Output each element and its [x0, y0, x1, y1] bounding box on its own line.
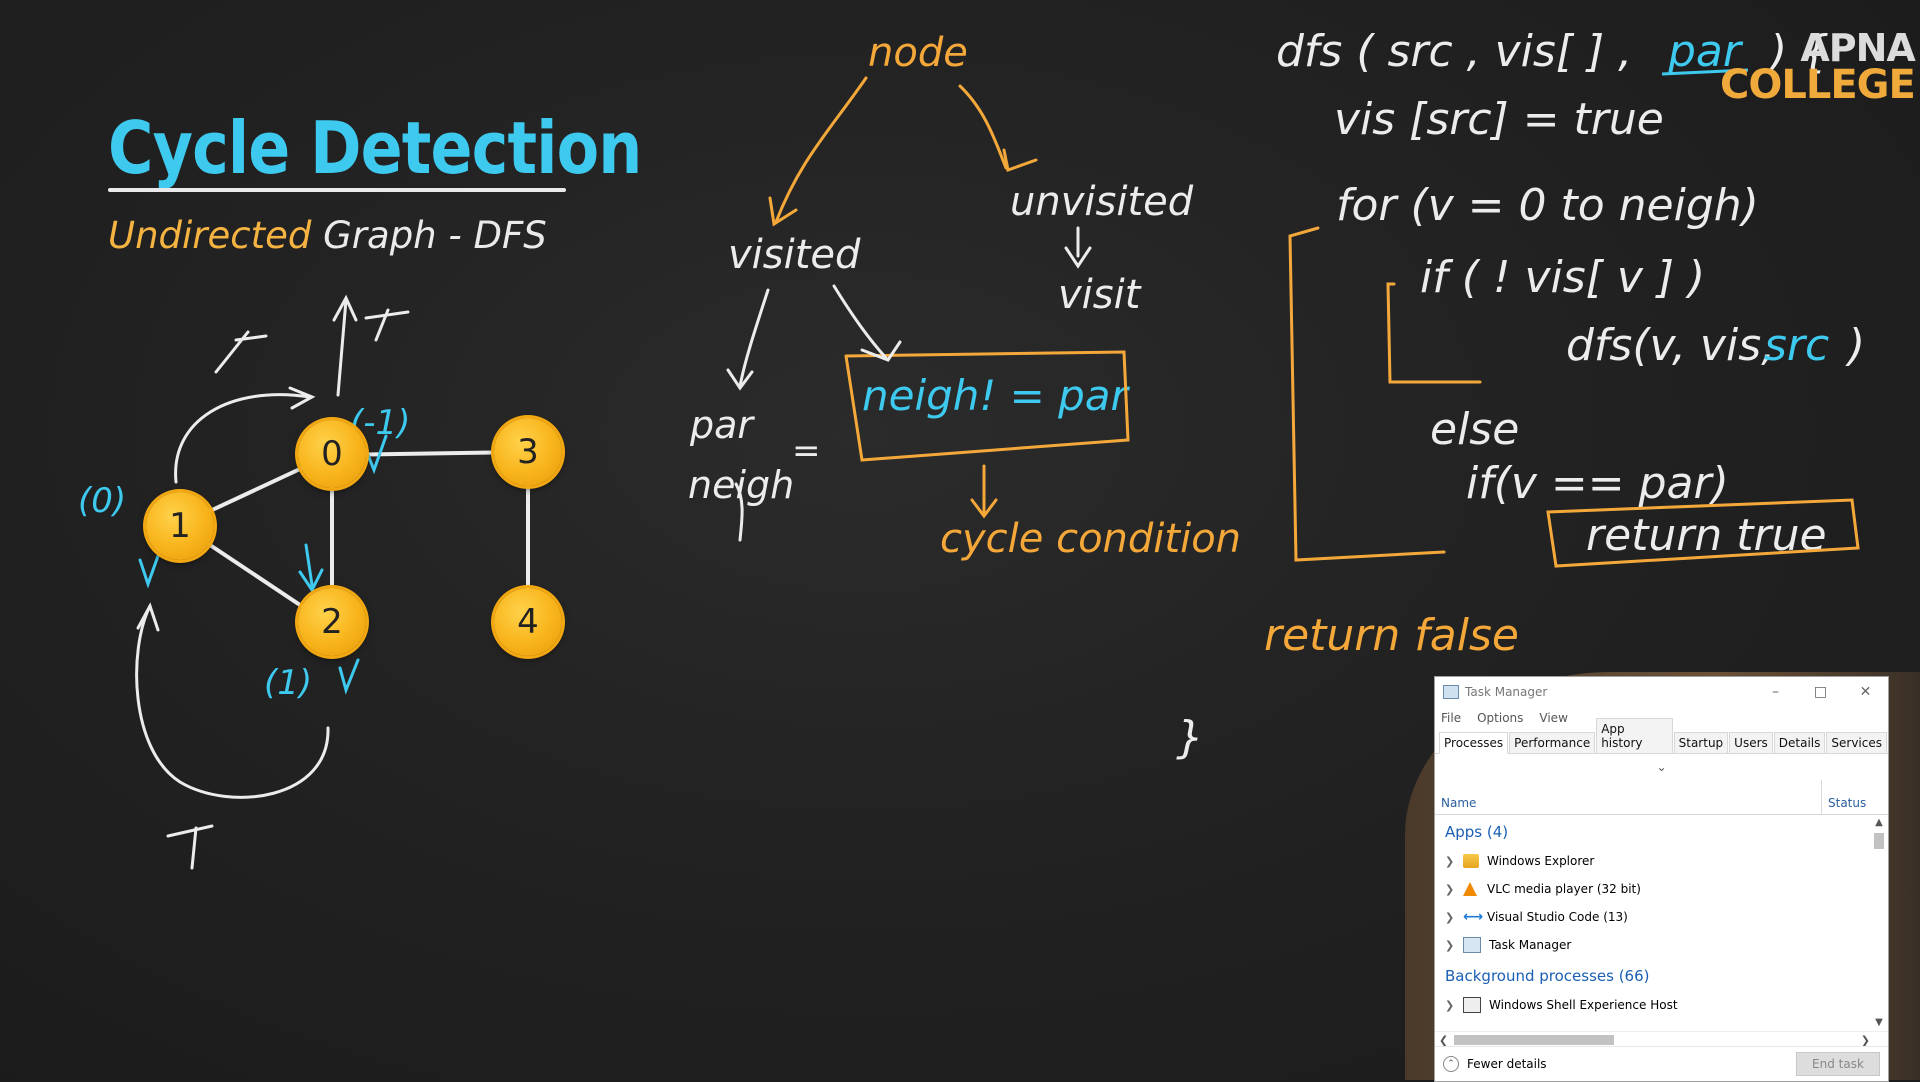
tab-users[interactable]: Users: [1729, 732, 1773, 753]
tab-app-history[interactable]: App history: [1596, 718, 1673, 753]
column-status-header[interactable]: Status: [1828, 796, 1866, 810]
task-manager-app-icon: [1443, 685, 1459, 699]
code-line1: dfs ( src , vis[ ] ,: [1276, 26, 1632, 77]
graph-node-3: 3: [494, 418, 562, 486]
logo-line1: APNA: [1800, 26, 1915, 70]
folder-icon: [1463, 854, 1479, 868]
vscode-icon: ⟷: [1463, 909, 1484, 925]
arrow-down-0-2: [298, 543, 324, 593]
code-line9: return false: [1264, 610, 1519, 661]
scroll-left-icon[interactable]: ❮: [1439, 1034, 1448, 1047]
scroll-up-icon[interactable]: ▲: [1872, 817, 1886, 831]
list-item[interactable]: ❯ Task Manager: [1435, 931, 1888, 959]
task-manager-window[interactable]: Task Manager – □ ✕ File Options View Pro…: [1434, 676, 1889, 1082]
close-button[interactable]: ✕: [1843, 684, 1888, 700]
node1-parent-label: (0): [78, 481, 126, 521]
expand-chevron-icon[interactable]: ❯: [1445, 855, 1463, 868]
code-line5: dfs(v, vis,: [1566, 320, 1775, 371]
note-visit: visit: [1058, 272, 1142, 318]
list-item[interactable]: ❯ VLC media player (32 bit): [1435, 875, 1888, 903]
logo-line2: COLLEGE: [1720, 62, 1916, 109]
code-line7: if(v == par): [1466, 458, 1729, 509]
scroll-down-icon[interactable]: ▼: [1872, 1017, 1886, 1031]
task-manager-title: Task Manager: [1465, 685, 1548, 699]
scroll-thumb[interactable]: [1874, 833, 1884, 849]
code-line5-end: ): [1845, 320, 1865, 371]
graph-node-1: 1: [146, 492, 214, 560]
vertical-scrollbar[interactable]: ▲ ▼: [1872, 817, 1886, 1031]
menu-file[interactable]: File: [1441, 711, 1461, 725]
graph-node-0: 0: [298, 420, 366, 488]
process-name: Task Manager: [1489, 938, 1572, 952]
code-line6: else: [1430, 404, 1519, 455]
fewer-details-button[interactable]: ⌃ Fewer details: [1443, 1056, 1547, 1072]
arrow-up-from-0: [336, 298, 348, 397]
list-item[interactable]: ❯ Windows Shell Experience Host: [1435, 991, 1888, 1019]
list-item[interactable]: ❯ Windows Explorer: [1435, 847, 1888, 875]
note-node: node: [868, 30, 968, 76]
tab-details[interactable]: Details: [1773, 732, 1826, 753]
maximize-button[interactable]: □: [1798, 684, 1843, 700]
window-host-icon: [1463, 997, 1481, 1013]
code-line2: vis [src] = true: [1334, 94, 1664, 145]
note-par: par: [689, 403, 755, 447]
vlc-cone-icon: [1463, 882, 1477, 896]
task-manager-titlebar[interactable]: Task Manager – □ ✕: [1435, 677, 1888, 707]
minimize-button[interactable]: –: [1753, 684, 1798, 700]
chevron-up-icon: ⌃: [1443, 1056, 1459, 1072]
code-line4: if ( ! vis[ v ] ): [1420, 252, 1705, 303]
list-item[interactable]: ❯ ⟷ Visual Studio Code (13): [1435, 903, 1888, 931]
tab-processes[interactable]: Processes: [1439, 732, 1509, 754]
task-manager-tabs: Processes Performance App history Startu…: [1435, 718, 1888, 754]
expand-chevron-icon[interactable]: ❯: [1445, 999, 1463, 1012]
expand-chevron-icon[interactable]: ❯: [1445, 939, 1463, 952]
graph-node-2: 2: [298, 588, 366, 656]
code-line3: for (v = 0 to neigh): [1336, 180, 1759, 231]
expand-chevron-icon[interactable]: ❯: [1445, 883, 1463, 896]
column-name-header[interactable]: Name: [1441, 796, 1476, 810]
graph-node-4: 4: [494, 588, 562, 656]
check-1: [138, 554, 160, 589]
process-name: VLC media player (32 bit): [1487, 882, 1641, 896]
hscroll-thumb[interactable]: [1454, 1035, 1615, 1045]
column-header-row: Name Status: [1435, 780, 1888, 815]
note-cycle-condition: cycle condition: [940, 516, 1241, 562]
code-line5-src: src: [1764, 320, 1829, 371]
process-name: Visual Studio Code (13): [1487, 910, 1628, 924]
arc-1-to-0: [174, 393, 312, 484]
check-2: [338, 658, 360, 695]
note-visited: visited: [728, 232, 861, 278]
apps-group-header: Apps (4): [1445, 823, 1509, 841]
tab-services[interactable]: Services: [1826, 732, 1887, 753]
chevron-down-icon[interactable]: ⌄: [1656, 760, 1666, 774]
task-manager-icon: [1463, 937, 1481, 953]
menu-options[interactable]: Options: [1477, 711, 1523, 725]
scroll-right-icon[interactable]: ❯: [1861, 1034, 1870, 1047]
note-equals: =: [792, 431, 821, 471]
process-name: Windows Shell Experience Host: [1489, 998, 1678, 1012]
note-unvisited: unvisited: [1010, 179, 1194, 225]
tab-performance[interactable]: Performance: [1509, 732, 1596, 753]
note-condition: neigh! = par: [862, 371, 1131, 420]
process-name: Windows Explorer: [1487, 854, 1595, 868]
column-divider[interactable]: [1821, 780, 1822, 814]
fewer-details-label: Fewer details: [1467, 1057, 1547, 1071]
tab-startup[interactable]: Startup: [1673, 732, 1729, 753]
tree-mark-top-left: [214, 330, 268, 374]
column-collapse-row: ⌄: [1435, 754, 1888, 780]
background-group-header: Background processes (66): [1445, 967, 1650, 985]
menu-view[interactable]: View: [1539, 711, 1567, 725]
arrow-node-visited: [774, 76, 868, 224]
process-list: Apps (4) ❯ Windows Explorer ❯ VLC media …: [1435, 815, 1888, 1031]
node2-parent-label: (1): [264, 663, 312, 703]
expand-chevron-icon[interactable]: ❯: [1445, 911, 1463, 924]
task-manager-footer: ⌃ Fewer details End task: [1435, 1046, 1888, 1081]
tree-mark-top: [364, 308, 410, 342]
code-line10: }: [1176, 712, 1204, 763]
apna-college-logo: APNA COLLEGE: [1720, 26, 1916, 109]
end-task-button[interactable]: End task: [1796, 1052, 1880, 1076]
tree-mark-bottom: [166, 824, 214, 870]
